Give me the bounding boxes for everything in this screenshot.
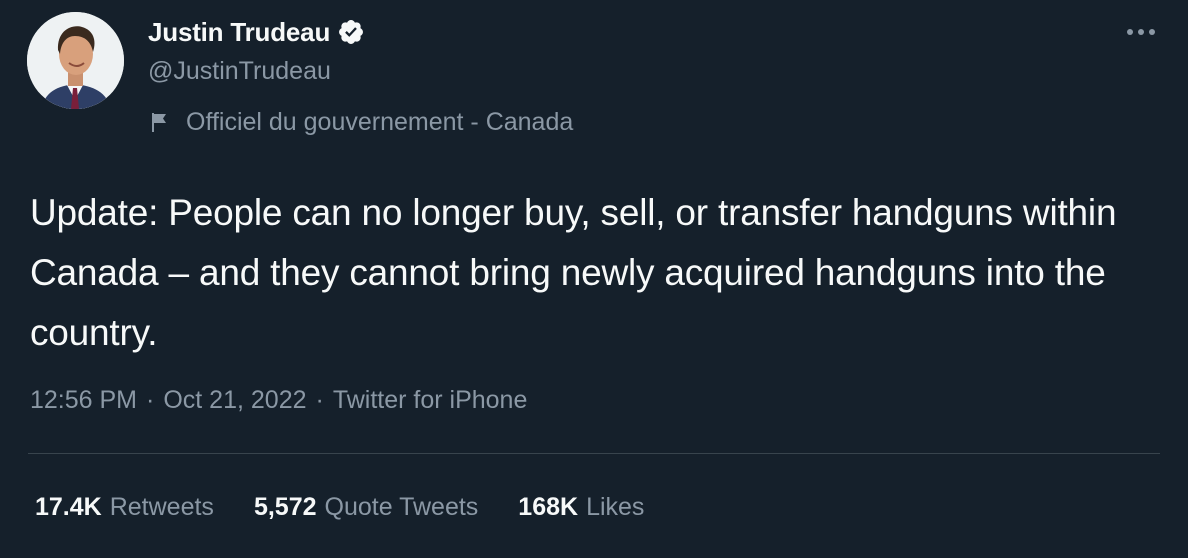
avatar[interactable]	[27, 12, 124, 109]
affiliation-text: Officiel du gouvernement - Canada	[186, 107, 574, 136]
more-options-icon	[1127, 29, 1155, 35]
author-display-name[interactable]: Justin Trudeau	[148, 17, 330, 48]
author-info: Justin Trudeau @JustinTrudeau Officiel d…	[148, 14, 573, 140]
tweet-date[interactable]: Oct 21, 2022	[163, 386, 306, 415]
name-row: Justin Trudeau	[148, 14, 573, 50]
retweets-label: Retweets	[109, 492, 214, 521]
likes-stat[interactable]: 168K Likes	[518, 493, 644, 522]
quote-tweets-label: Quote Tweets	[324, 492, 479, 521]
verified-badge-icon	[337, 18, 365, 46]
engagement-stats: 17.4K Retweets 5,572 Quote Tweets 168K L…	[35, 487, 684, 527]
avatar-photo	[27, 12, 124, 109]
quote-tweets-stat[interactable]: 5,572 Quote Tweets	[254, 493, 478, 522]
tweet-card: Justin Trudeau @JustinTrudeau Officiel d…	[0, 0, 1188, 558]
likes-label: Likes	[586, 492, 645, 521]
meta-separator: ·	[315, 385, 324, 414]
retweets-count: 17.4K	[35, 492, 102, 521]
meta-separator: ·	[146, 385, 155, 414]
tweet-text: Update: People can no longer buy, sell, …	[30, 192, 1117, 353]
tweet-meta: 12:56 PM · Oct 21, 2022 · Twitter for iP…	[30, 381, 527, 419]
divider	[28, 453, 1160, 454]
affiliation-label[interactable]: Officiel du gouvernement - Canada	[148, 104, 573, 140]
tweet-source[interactable]: Twitter for iPhone	[333, 386, 528, 415]
tweet-time[interactable]: 12:56 PM	[30, 386, 137, 415]
likes-count: 168K	[518, 492, 579, 521]
flag-icon	[148, 110, 172, 134]
quote-tweets-count: 5,572	[253, 492, 317, 521]
more-options-button[interactable]	[1124, 20, 1158, 44]
author-handle[interactable]: @JustinTrudeau	[148, 54, 573, 88]
retweets-stat[interactable]: 17.4K Retweets	[35, 493, 214, 522]
